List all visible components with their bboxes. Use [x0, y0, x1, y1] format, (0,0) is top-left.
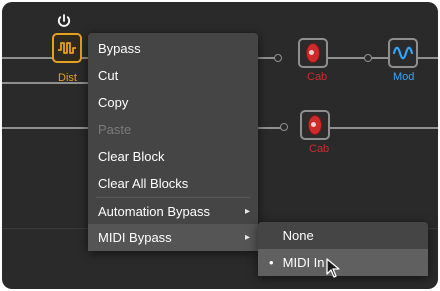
dist-block[interactable]: [52, 33, 82, 63]
menu-item-clear-block[interactable]: Clear Block: [88, 143, 258, 170]
menu-item-label: Bypass: [98, 41, 141, 56]
menu-item-label: Paste: [98, 122, 132, 137]
cab-top-block[interactable]: [298, 38, 328, 68]
waveform-icon: [58, 42, 76, 54]
menu-item-label: Cut: [98, 68, 119, 83]
upper-signal-wire-4: [418, 57, 438, 59]
dist-label: Dist: [58, 72, 77, 84]
menu-item-cut[interactable]: Cut: [88, 62, 258, 89]
submenu-arrow-icon: ▸: [244, 206, 250, 217]
submenu-item-label: None: [282, 228, 314, 243]
lower-signal-wire-2: [327, 127, 438, 129]
merge-wire: [2, 82, 92, 84]
menu-item-label: Clear Block: [98, 149, 165, 164]
join-node: [364, 54, 372, 62]
submenu-item-midi-in[interactable]: • MIDI In: [258, 249, 428, 276]
menu-item-copy[interactable]: Copy: [88, 89, 258, 116]
menu-item-label: Automation Bypass: [98, 204, 211, 219]
menu-item-bypass[interactable]: Bypass: [88, 35, 258, 62]
submenu-item-none[interactable]: None: [258, 222, 428, 249]
menu-item-automation-bypass[interactable]: Automation Bypass ▸: [88, 198, 258, 225]
mod-block[interactable]: [388, 38, 418, 68]
power-button[interactable]: [56, 13, 72, 29]
cab-bottom-block[interactable]: [300, 110, 330, 140]
menu-item-label: MIDI Bypass: [98, 230, 172, 245]
submenu-item-label: MIDI In: [282, 255, 325, 270]
menu-item-midi-bypass[interactable]: MIDI Bypass ▸: [88, 224, 258, 251]
upper-signal-wire-3: [322, 57, 392, 59]
submenu-arrow-icon: ▸: [244, 232, 250, 243]
menu-item-label: Clear All Blocks: [98, 176, 189, 191]
menu-item-paste: Paste: [88, 116, 258, 143]
cab-bottom-label: Cab: [309, 143, 330, 155]
screenshot-canvas: Dist Cab Mod Cab Bypass Cut Copy Paste C…: [0, 0, 440, 291]
cab-top-label: Cab: [307, 71, 328, 83]
speaker-icon: [306, 43, 320, 63]
midi-bypass-submenu: None • MIDI In: [258, 222, 428, 276]
join-node: [280, 123, 288, 131]
wave-icon: [392, 46, 414, 60]
menu-item-label: Copy: [98, 95, 129, 110]
speaker-icon: [308, 115, 322, 135]
mouse-cursor: [326, 258, 340, 278]
power-icon: [57, 14, 71, 27]
cursor-arrow-icon: [326, 258, 340, 278]
mod-label: Mod: [393, 71, 415, 83]
context-menu: Bypass Cut Copy Paste Clear Block Clear …: [88, 33, 258, 251]
join-node: [274, 54, 282, 62]
menu-item-clear-all-blocks[interactable]: Clear All Blocks: [88, 170, 258, 197]
selected-bullet-icon: •: [269, 255, 274, 270]
